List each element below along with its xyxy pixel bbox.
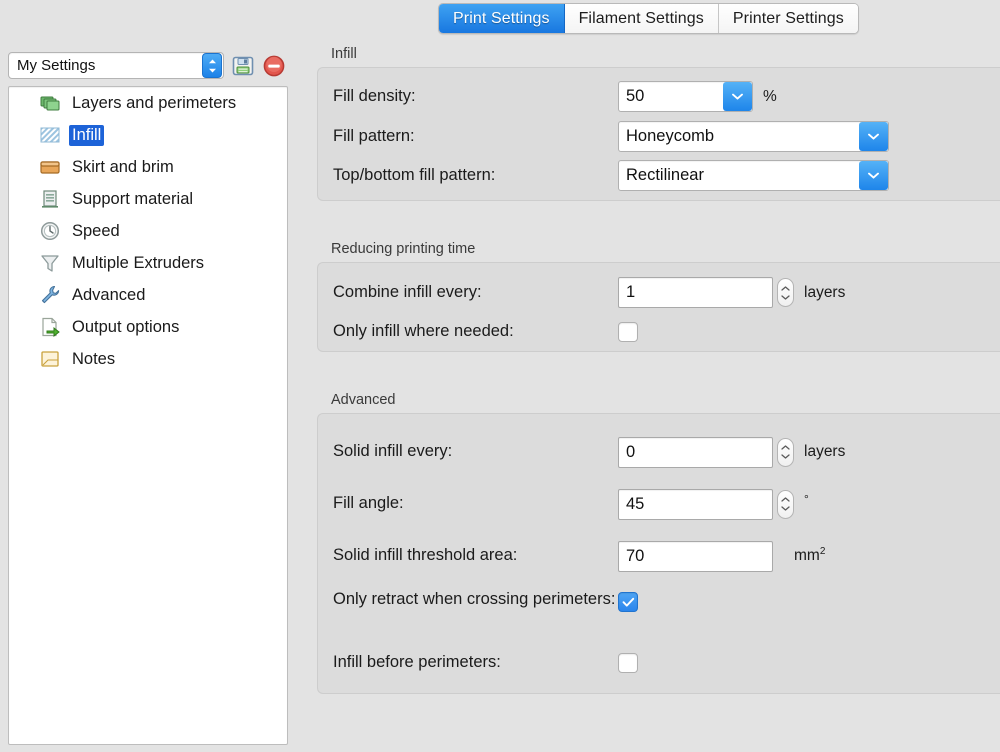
print-settings-window: Print Settings Filament Settings Printer… xyxy=(0,0,1000,752)
clock-icon xyxy=(39,220,61,242)
chevron-down-icon[interactable] xyxy=(859,161,888,190)
infill-before-perimeters-checkbox[interactable] xyxy=(618,653,638,673)
sidebar-item-infill[interactable]: Infill xyxy=(9,119,287,151)
combine-infill-value: 1 xyxy=(626,283,635,302)
chevron-down-icon[interactable] xyxy=(859,122,888,151)
fill-angle-stepper[interactable] xyxy=(777,490,794,519)
sidebar-item-label: Layers and perimeters xyxy=(69,93,239,114)
fill-pattern-combobox[interactable]: Honeycomb xyxy=(618,121,889,152)
row-fill-angle: Fill angle: 45 ° xyxy=(318,478,1000,530)
solid-infill-every-value: 0 xyxy=(626,443,635,462)
sidebar-item-layers-and-perimeters[interactable]: Layers and perimeters xyxy=(9,87,287,119)
sidebar-item-output-options[interactable]: Output options xyxy=(9,311,287,343)
row-solid-infill-every: Solid infill every: 0 layers xyxy=(318,426,1000,478)
infill-hatch-icon xyxy=(39,124,61,146)
combine-infill-label: Combine infill every: xyxy=(318,283,618,302)
note-icon xyxy=(39,348,61,370)
box-icon xyxy=(39,156,61,178)
group-box-reducing-printing-time: Combine infill every: 1 layers Only infi… xyxy=(317,262,1000,352)
row-fill-pattern: Fill pattern: Honeycomb xyxy=(318,117,1000,156)
combine-infill-input[interactable]: 1 xyxy=(618,277,773,308)
sidebar-item-label: Infill xyxy=(69,125,104,146)
fill-density-unit: % xyxy=(763,88,777,106)
preset-toolbar: My Settings xyxy=(8,50,286,81)
sidebar-item-label: Speed xyxy=(69,221,123,242)
fill-angle-input[interactable]: 45 xyxy=(618,489,773,520)
solid-infill-threshold-label: Solid infill threshold area: xyxy=(318,546,618,565)
only-infill-where-needed-checkbox[interactable] xyxy=(618,322,638,342)
settings-category-list[interactable]: Layers and perimeters Infill Skirt and b… xyxy=(8,86,288,745)
funnel-icon xyxy=(39,252,61,274)
row-infill-before-perimeters: Infill before perimeters: xyxy=(318,642,1000,684)
solid-infill-every-input[interactable]: 0 xyxy=(618,437,773,468)
solid-infill-every-stepper[interactable] xyxy=(777,438,794,467)
sidebar-item-notes[interactable]: Notes xyxy=(9,343,287,375)
solid-infill-every-unit: layers xyxy=(804,443,845,461)
top-bottom-fill-pattern-label: Top/bottom fill pattern: xyxy=(318,166,618,185)
fill-angle-value: 45 xyxy=(626,495,644,514)
solid-infill-every-label: Solid infill every: xyxy=(318,442,618,461)
infill-before-perimeters-label: Infill before perimeters: xyxy=(318,653,618,672)
sidebar-item-speed[interactable]: Speed xyxy=(9,215,287,247)
sidebar-item-label: Multiple Extruders xyxy=(69,253,207,274)
row-only-retract-when-crossing-perimeters: Only retract when crossing perimeters: xyxy=(318,582,1000,642)
sidebar-item-label: Output options xyxy=(69,317,182,338)
fill-pattern-value: Honeycomb xyxy=(619,127,859,146)
sidebar-item-label: Skirt and brim xyxy=(69,157,177,178)
save-floppy-icon[interactable] xyxy=(231,54,255,78)
row-fill-density: Fill density: 50 % xyxy=(318,76,1000,117)
top-bottom-fill-pattern-value: Rectilinear xyxy=(619,166,859,185)
tab-printer-settings[interactable]: Printer Settings xyxy=(719,4,858,33)
fill-density-label: Fill density: xyxy=(318,87,618,106)
sidebar-item-label: Support material xyxy=(69,189,196,210)
settings-panel: Infill Fill density: 50 % Fill pattern: … xyxy=(317,46,1000,752)
preset-combobox-value: My Settings xyxy=(9,57,202,74)
preset-combobox[interactable]: My Settings xyxy=(8,52,224,79)
support-building-icon xyxy=(39,188,61,210)
only-retract-crossing-label: Only retract when crossing perimeters: xyxy=(318,590,618,609)
chevron-down-icon[interactable] xyxy=(723,82,752,111)
sidebar-item-multiple-extruders[interactable]: Multiple Extruders xyxy=(9,247,287,279)
up-down-chevron-icon[interactable] xyxy=(202,53,222,78)
fill-density-combobox[interactable]: 50 xyxy=(618,81,753,112)
sidebar-item-advanced[interactable]: Advanced xyxy=(9,279,287,311)
sidebar-item-label: Notes xyxy=(69,349,118,370)
settings-tabbar: Print Settings Filament Settings Printer… xyxy=(438,3,859,34)
delete-minus-icon[interactable] xyxy=(262,54,286,78)
solid-infill-threshold-unit: mm2 xyxy=(794,546,825,565)
export-document-icon xyxy=(39,316,61,338)
only-infill-where-needed-label: Only infill where needed: xyxy=(318,322,618,341)
layers-icon xyxy=(39,92,61,114)
fill-density-value: 50 xyxy=(619,87,723,106)
row-only-infill-where-needed: Only infill where needed: xyxy=(318,316,1000,348)
group-title-advanced: Advanced xyxy=(317,392,1000,408)
row-combine-infill-every: Combine infill every: 1 layers xyxy=(318,269,1000,316)
wrench-icon xyxy=(39,284,61,306)
solid-infill-threshold-input[interactable]: 70 xyxy=(618,541,773,572)
group-title-infill: Infill xyxy=(317,46,1000,62)
fill-pattern-label: Fill pattern: xyxy=(318,127,618,146)
fill-angle-unit: ° xyxy=(804,492,809,506)
group-title-reducing-printing-time: Reducing printing time xyxy=(317,241,1000,257)
top-bottom-fill-pattern-combobox[interactable]: Rectilinear xyxy=(618,160,889,191)
solid-infill-threshold-value: 70 xyxy=(626,547,644,566)
group-box-infill: Fill density: 50 % Fill pattern: Honeyco… xyxy=(317,67,1000,201)
tab-print-settings[interactable]: Print Settings xyxy=(439,4,565,33)
sidebar-item-label: Advanced xyxy=(69,285,148,306)
sidebar-item-support-material[interactable]: Support material xyxy=(9,183,287,215)
only-retract-crossing-checkbox[interactable] xyxy=(618,592,638,612)
tab-filament-settings[interactable]: Filament Settings xyxy=(565,4,719,33)
row-top-bottom-fill-pattern: Top/bottom fill pattern: Rectilinear xyxy=(318,156,1000,195)
row-solid-infill-threshold-area: Solid infill threshold area: 70 mm2 xyxy=(318,530,1000,582)
combine-infill-stepper[interactable] xyxy=(777,278,794,307)
group-box-advanced: Solid infill every: 0 layers Fill angle:… xyxy=(317,413,1000,694)
combine-infill-unit: layers xyxy=(804,284,845,302)
sidebar-item-skirt-and-brim[interactable]: Skirt and brim xyxy=(9,151,287,183)
fill-angle-label: Fill angle: xyxy=(318,494,618,513)
